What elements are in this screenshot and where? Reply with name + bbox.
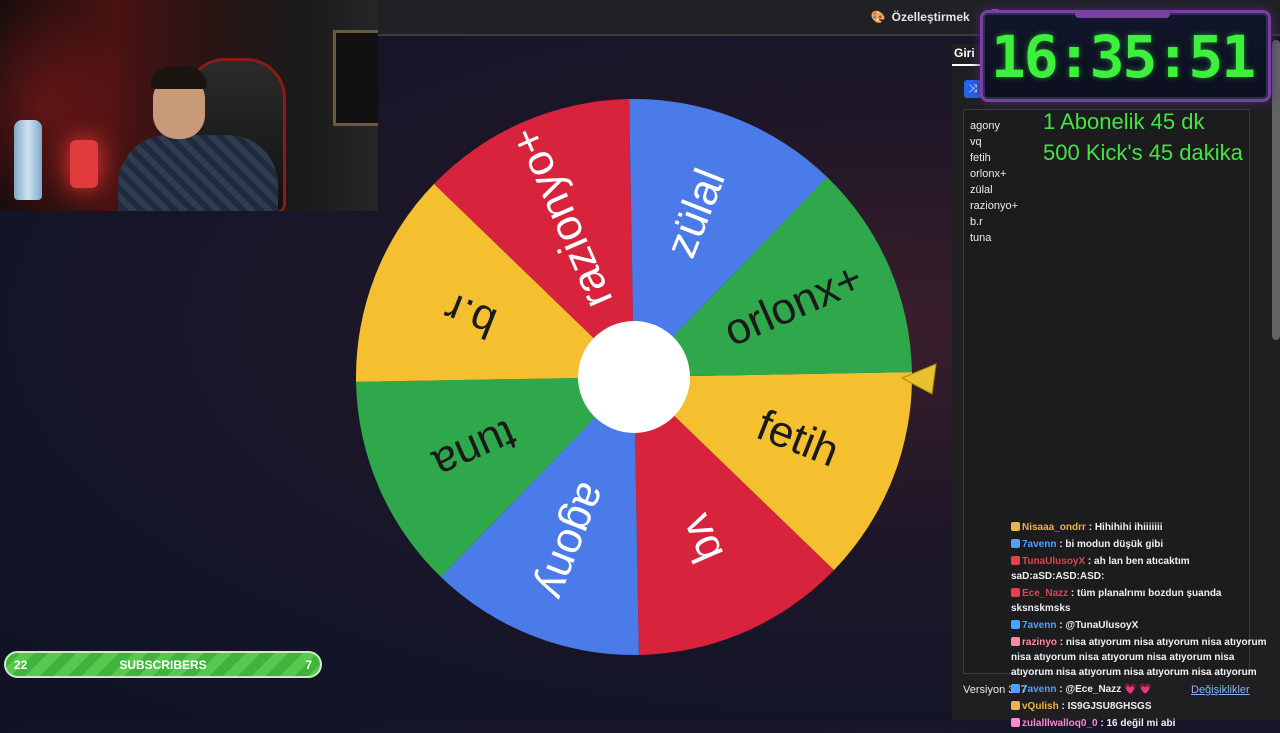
tab-underline (952, 64, 982, 66)
chat-message: Nisaaa_ondrr : Hihihihi ihiiiiiii (1011, 520, 1279, 535)
chat-badge-icon (1011, 539, 1020, 548)
entry-item: fetih (970, 152, 991, 164)
chat-username: 7avenn (1022, 620, 1057, 631)
wheel-graphic[interactable]: fetihvqagonytunab.rrazionyo+ zülalorlonx+ (355, 98, 913, 656)
chat-username: razinyo (1022, 637, 1058, 648)
tab-entries[interactable]: Giri (954, 46, 975, 60)
subscriber-count-right: 7 (305, 658, 312, 672)
chat-overlay: Nisaaa_ondrr : Hihihihi ihiiiiiii 7avenn … (1011, 520, 1279, 733)
entry-item: zülal (970, 184, 993, 196)
subathon-line-2: 500 Kick's 45 dakika (1043, 140, 1243, 165)
menu-item-0[interactable]: 🎨 Özelleştirmek (871, 10, 970, 24)
menu-label: Özelleştirmek (891, 10, 970, 24)
subathon-info: 1 Abonelik 45 dk 500 Kick's 45 dakika (1043, 106, 1243, 168)
chat-badge-icon (1011, 556, 1020, 565)
chat-message: Ece_Nazz : tüm planalrımı bozdun şuanda … (1011, 588, 1222, 614)
entry-item: razionyo+ (970, 200, 1019, 212)
chat-badge-icon (1011, 620, 1020, 629)
chat-message: zulalllwalloq0_0 : 16 değil mi abi (1011, 716, 1279, 731)
chat-message: vQulish : IS9GJSU8GHSGS (1011, 699, 1279, 714)
chat-badge-icon (1011, 718, 1020, 727)
subathon-line-1: 1 Abonelik 45 dk (1043, 109, 1205, 134)
chat-text: IS9GJSU8GHSGS (1067, 701, 1152, 712)
chat-username: vQulish (1022, 701, 1059, 712)
timer-frame-tab (1075, 10, 1170, 18)
entry-item: vq (970, 136, 982, 148)
streamer (118, 65, 278, 211)
chat-text: @Ece_Nazz 💗 💗 (1065, 684, 1152, 695)
palette-icon: 🎨 (870, 10, 886, 24)
subscriber-goal-bar: 22 SUBSCRIBERS 7 (4, 651, 322, 678)
chat-username: 7avenn (1022, 539, 1057, 550)
chat-text: Hihihihi ihiiiiiii (1094, 522, 1163, 533)
water-bottle (14, 120, 42, 200)
subathon-timer: 16:35:51 (990, 23, 1256, 91)
red-lamp (70, 140, 98, 188)
webcam-overlay (0, 0, 378, 211)
spin-wheel[interactable]: fetih vq agony tuna b.r razionyo+ zülal orlonx+ (355, 98, 913, 656)
chat-text: bi modun düşük gibi (1065, 539, 1164, 550)
chat-message: 7avenn : bi modun düşük gibi (1011, 537, 1279, 552)
chat-message: razinyo : nisa atıyorum nisa atıyorum ni… (1011, 637, 1267, 678)
subscriber-label: SUBSCRIBERS (119, 658, 207, 672)
chat-badge-icon (1011, 588, 1020, 597)
chat-badge-icon (1011, 701, 1020, 710)
entries-list: agony vq fetih orlonx+ zülal razionyo+ b.r tuna (970, 118, 1018, 246)
entry-item: b.r (970, 216, 983, 228)
entry-item: agony (970, 120, 1000, 132)
chat-username: Nisaaa_ondrr (1022, 522, 1086, 533)
chat-username: Ece_Nazz (1022, 588, 1069, 599)
entry-item: tuna (970, 232, 992, 244)
chat-badge-icon (1011, 684, 1020, 693)
wheel-hub[interactable] (578, 321, 690, 433)
chat-text: @TunaUlusoyX (1065, 620, 1139, 631)
chat-message: 7avenn : @Ece_Nazz 💗 💗 (1011, 682, 1279, 697)
chat-badge-icon (1011, 637, 1020, 646)
wheel-pointer-icon (900, 363, 937, 395)
entry-item: orlonx+ (970, 168, 1007, 180)
chat-badge-icon (1011, 522, 1020, 531)
chat-message: TunaUlusoyX : ah lan ben atıcaktım sаD:a… (1011, 556, 1190, 582)
chat-username: 7avenn (1022, 684, 1057, 695)
page-scrollbar[interactable] (1272, 40, 1280, 340)
chat-message: 7avenn : @TunaUlusoyX (1011, 618, 1279, 633)
chat-username: TunaUlusoyX (1022, 556, 1086, 567)
